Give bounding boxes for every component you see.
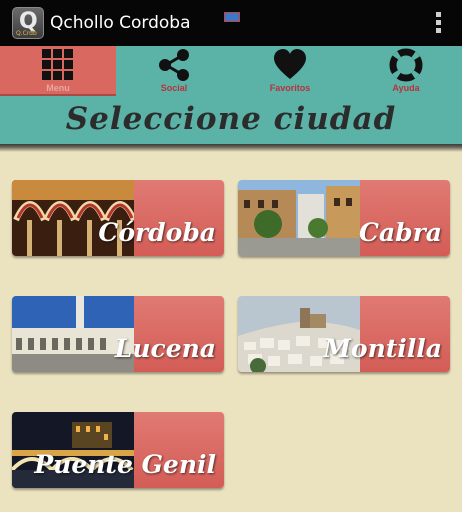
app-title: Qchollo Cordoba — [50, 13, 191, 33]
tab-social-label: Social — [160, 83, 188, 93]
app-logo-icon[interactable]: Q Q.Crdb — [12, 7, 44, 39]
header-banner: Seleccione ciudad — [0, 96, 462, 144]
tab-menu[interactable]: Menu — [0, 46, 116, 96]
share-icon — [159, 49, 189, 81]
city-card-montilla[interactable]: Montilla — [238, 296, 450, 372]
overflow-menu-icon[interactable] — [434, 12, 442, 34]
banner-shadow — [0, 144, 462, 152]
tab-menu-label: Menu — [46, 83, 70, 93]
city-name: Cabra — [359, 218, 442, 247]
tab-favoritos[interactable]: Favoritos — [232, 46, 348, 96]
notification-icon — [224, 12, 240, 22]
city-card-cabra[interactable]: Cabra — [238, 180, 450, 256]
city-name: Montilla — [323, 334, 442, 363]
lifebuoy-icon — [389, 48, 423, 82]
city-name: Lucena — [114, 334, 216, 363]
city-name: Córdoba — [98, 218, 216, 247]
cabra-photo — [238, 180, 360, 256]
heart-icon — [274, 49, 306, 79]
app-logo-caption: Q.Crdb — [16, 30, 37, 37]
tab-ayuda[interactable]: Ayuda — [348, 46, 462, 96]
tab-favoritos-label: Favoritos — [269, 83, 311, 93]
tab-ayuda-label: Ayuda — [392, 83, 420, 93]
page-title: Seleccione ciudad — [65, 101, 397, 137]
city-card-lucena[interactable]: Lucena — [12, 296, 224, 372]
action-bar: Q Q.Crdb Qchollo Cordoba — [0, 0, 462, 46]
city-card-puente-genil[interactable]: Puente Genil — [12, 412, 224, 488]
grid-icon — [42, 49, 73, 80]
tab-social[interactable]: Social — [116, 46, 232, 96]
city-card-cordoba[interactable]: Córdoba — [12, 180, 224, 256]
city-name: Puente Genil — [34, 450, 216, 479]
tab-bar: Menu Social Favoritos Ayuda — [0, 46, 462, 96]
